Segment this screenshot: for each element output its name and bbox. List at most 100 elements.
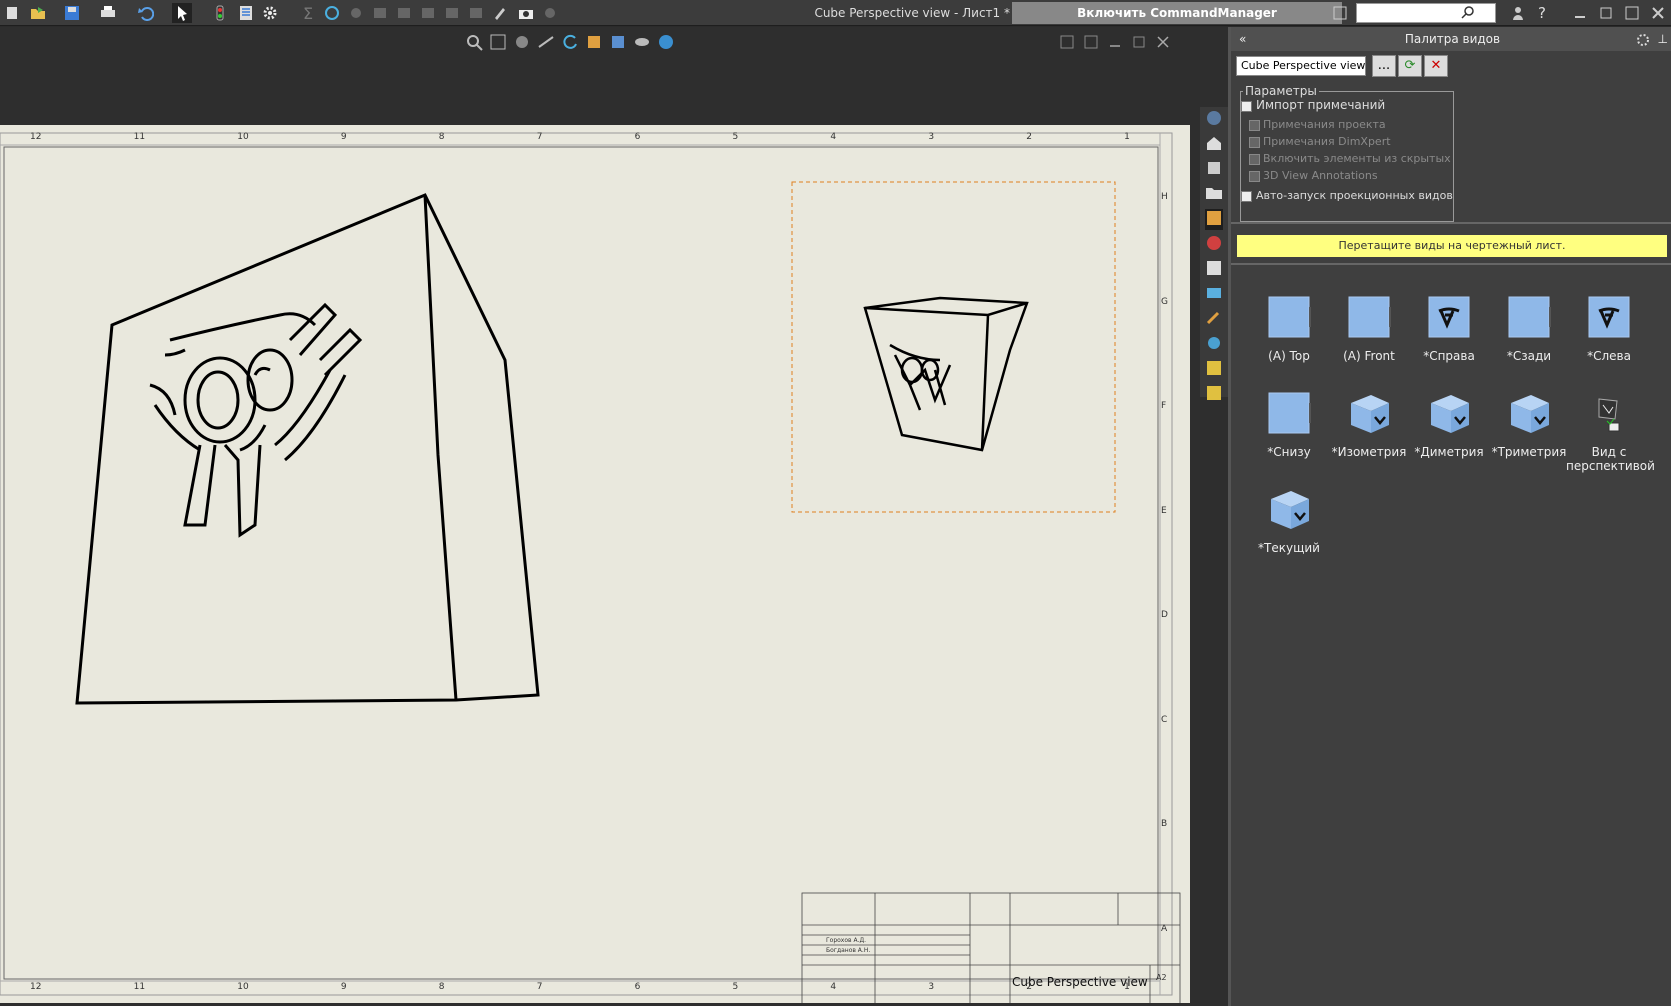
- display-style-icon[interactable]: [609, 33, 627, 53]
- model-selector-dropdown[interactable]: Cube Perspective view: [1236, 56, 1366, 76]
- minimize-icon[interactable]: [1570, 3, 1590, 23]
- view-flat-icon: [1345, 293, 1393, 341]
- brush-icon[interactable]: [490, 3, 510, 23]
- tool-g-icon[interactable]: [540, 3, 560, 23]
- view-thumbnail[interactable]: (A) Front: [1326, 293, 1412, 363]
- tool-b-icon[interactable]: [370, 3, 390, 23]
- include-hidden-label: Включить элементы из скрытых: [1263, 152, 1451, 165]
- options-gear-icon[interactable]: [260, 3, 280, 23]
- addin-b-icon[interactable]: [1205, 384, 1223, 405]
- tool-c-icon[interactable]: [394, 3, 414, 23]
- selected-view-boundary: [791, 181, 1116, 513]
- tile-right-icon[interactable]: [1084, 35, 1098, 52]
- search-input[interactable]: [1356, 3, 1496, 23]
- browse-button[interactable]: ...: [1372, 55, 1396, 77]
- view-cube-icon: [1505, 389, 1553, 437]
- view-orientation-icon[interactable]: [585, 33, 603, 53]
- view-thumbnail[interactable]: *Диметрия: [1406, 389, 1492, 459]
- addin-a-icon[interactable]: [1205, 359, 1223, 380]
- auto-projected-label: Авто-запуск проекционных видов: [1256, 189, 1453, 202]
- tile-left-icon[interactable]: [1060, 35, 1074, 52]
- panel-divider[interactable]: [1231, 222, 1671, 224]
- design-annotations-label: Примечания проекта: [1263, 118, 1386, 131]
- section-view-icon[interactable]: [537, 33, 555, 53]
- panel-toggle-icon[interactable]: [1330, 3, 1350, 23]
- tools-icon[interactable]: [1205, 309, 1223, 330]
- view-thumbnail[interactable]: *Снизу: [1246, 389, 1332, 459]
- doc-minimize-icon[interactable]: [1108, 35, 1122, 52]
- drawing-sheet[interactable]: Горохов А.Д. Богданов А.Н. Cube Perspect…: [0, 125, 1190, 1003]
- drawing-viewport[interactable]: Горохов А.Д. Богданов А.Н. Cube Perspect…: [0, 27, 1228, 1006]
- view-thumbnail[interactable]: *Текущий: [1246, 485, 1332, 555]
- traffic-light-icon[interactable]: [210, 3, 230, 23]
- undo-icon[interactable]: [136, 3, 156, 23]
- view-thumbnail[interactable]: *Слева: [1566, 293, 1652, 363]
- tool-f-icon[interactable]: [466, 3, 486, 23]
- file-properties-icon[interactable]: [236, 3, 256, 23]
- zoom-fit-icon[interactable]: [465, 33, 483, 53]
- tool-d-icon[interactable]: [418, 3, 438, 23]
- camera-icon[interactable]: [516, 3, 536, 23]
- print-icon[interactable]: [98, 3, 118, 23]
- new-document-icon[interactable]: [2, 3, 22, 23]
- view-flat-icon: [1265, 389, 1313, 437]
- doc-close-icon[interactable]: [1156, 35, 1170, 52]
- forum-icon[interactable]: [1205, 284, 1223, 305]
- user-icon[interactable]: [1508, 3, 1528, 23]
- view-thumbnail[interactable]: Вид с перспективой: [1566, 389, 1655, 473]
- restore-icon[interactable]: [1596, 3, 1616, 23]
- rotate-icon[interactable]: [561, 33, 579, 53]
- view-label: *Триметрия: [1491, 445, 1567, 459]
- design-library-icon[interactable]: [1205, 159, 1223, 180]
- previous-view-icon[interactable]: [513, 33, 531, 53]
- collapse-panel-icon[interactable]: «: [1239, 27, 1246, 51]
- dimxpert-annotations-checkbox[interactable]: [1249, 137, 1260, 148]
- panel-divider-2[interactable]: [1231, 263, 1671, 265]
- zoom-area-icon[interactable]: [489, 33, 507, 53]
- save-icon[interactable]: [62, 3, 82, 23]
- doc-restore-icon[interactable]: [1132, 35, 1146, 52]
- file-explorer-icon[interactable]: [1205, 184, 1223, 205]
- auto-projected-checkbox[interactable]: [1241, 191, 1252, 202]
- hide-show-icon[interactable]: [633, 33, 651, 53]
- refresh-icon[interactable]: ⟳: [1398, 55, 1422, 77]
- help-icon[interactable]: ?: [1532, 3, 1552, 23]
- appearance-icon[interactable]: [657, 33, 675, 53]
- view-cube-icon: [1265, 485, 1313, 533]
- pin-icon[interactable]: ⊥: [1658, 27, 1668, 51]
- view-thumbnail[interactable]: *Триметрия: [1486, 389, 1572, 459]
- custom-properties-icon[interactable]: [1205, 259, 1223, 280]
- plugins-icon[interactable]: [1205, 334, 1223, 355]
- small-cube-view[interactable]: [863, 296, 1029, 452]
- view-palette-icon[interactable]: [1205, 209, 1223, 230]
- annotations-3d-label: 3D View Annotations: [1263, 169, 1378, 182]
- solidworks-resources-icon[interactable]: [1205, 109, 1223, 130]
- clear-icon[interactable]: ✕: [1424, 55, 1448, 77]
- globe-icon[interactable]: [322, 3, 342, 23]
- annotations-3d-checkbox[interactable]: [1249, 171, 1260, 182]
- sum-icon[interactable]: Σ: [298, 3, 318, 23]
- import-annotations-checkbox[interactable]: [1241, 101, 1252, 112]
- view-thumbnail[interactable]: *Сзади: [1486, 293, 1572, 363]
- design-annotations-checkbox[interactable]: [1249, 120, 1260, 131]
- drag-views-hint: Перетащите виды на чертежный лист.: [1237, 235, 1667, 257]
- close-app-icon[interactable]: [1648, 3, 1668, 23]
- view-thumbnail[interactable]: *Справа: [1406, 293, 1492, 363]
- view-thumbnail[interactable]: (A) Top: [1246, 293, 1332, 363]
- tool-e-icon[interactable]: [442, 3, 462, 23]
- perspective-model-view[interactable]: [75, 193, 540, 705]
- view-thumbnail[interactable]: *Изометрия: [1326, 389, 1412, 459]
- dimxpert-annotations-label: Примечания DimXpert: [1263, 135, 1391, 148]
- heads-up-toolbar: [465, 33, 715, 53]
- select-cursor-icon[interactable]: [172, 3, 192, 23]
- include-hidden-checkbox[interactable]: [1249, 154, 1260, 165]
- maximize-icon[interactable]: [1622, 3, 1642, 23]
- view-label: (A) Front: [1343, 349, 1395, 363]
- search-icon: [1461, 5, 1475, 22]
- open-icon[interactable]: [28, 3, 48, 23]
- appearances-icon[interactable]: [1205, 234, 1223, 255]
- panel-settings-icon[interactable]: [1636, 31, 1650, 55]
- tool-a-icon[interactable]: [346, 3, 366, 23]
- home-icon[interactable]: [1205, 134, 1223, 155]
- enable-commandmanager-button[interactable]: Включить CommandManager: [1012, 2, 1342, 24]
